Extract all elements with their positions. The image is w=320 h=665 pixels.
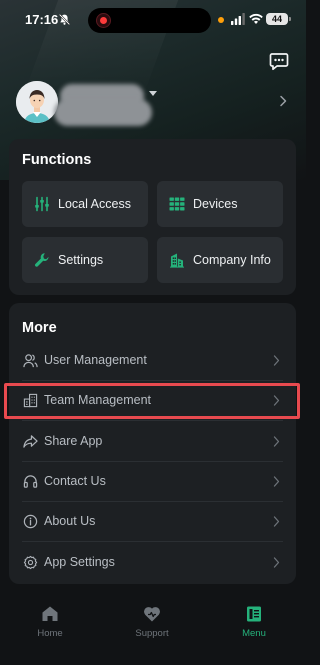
devices-button[interactable]: Devices [157,181,283,227]
info-circle-icon [23,514,38,529]
status-time: 17:16 [25,12,59,27]
tab-home[interactable]: Home [15,605,85,645]
cellular-signal-icon [231,13,245,25]
devices-grid-icon [169,197,185,211]
profile-name-redacted[interactable] [54,84,152,126]
wifi-icon [249,13,263,24]
chevron-right-icon [273,395,280,406]
chevron-right-icon [273,476,280,487]
dynamic-island [88,8,211,33]
share-app-item[interactable]: Share App [9,422,296,462]
functions-card: Functions Local Access Devices Settings … [9,139,296,295]
tab-home-label: Home [37,628,63,639]
chevron-right-icon [273,557,280,568]
chat-bubble-icon[interactable] [269,51,289,71]
about-us-item[interactable]: About Us [9,502,296,542]
share-arrow-icon [23,435,38,448]
user-avatar-icon[interactable] [16,81,58,123]
recording-icon [96,13,111,28]
wrench-icon [35,253,49,267]
local-access-label: Local Access [58,197,131,211]
book-menu-icon [247,606,261,622]
tab-support-label: Support [135,628,169,639]
local-access-button[interactable]: Local Access [22,181,148,227]
user-management-label: User Management [44,353,147,367]
about-us-label: About Us [44,514,96,528]
bell-slash-icon [58,13,71,26]
chevron-right-icon [273,355,280,366]
bottom-tab-bar: Home Support Menu [0,595,306,665]
status-bar: 17:16 44 [0,0,306,40]
divider [22,420,283,421]
company-info-label: Company Info [193,253,271,267]
caret-down-icon[interactable] [149,91,157,96]
team-management-label: Team Management [44,393,152,407]
tab-support[interactable]: Support [117,605,187,645]
sliders-icon [35,196,49,212]
settings-label: Settings [58,253,104,267]
users-icon [23,354,38,368]
contact-us-label: Contact Us [44,474,106,488]
more-card: More User Management Team Management Sha… [9,303,296,584]
chevron-right-icon[interactable] [278,95,288,107]
user-management-item[interactable]: User Management [9,341,296,381]
office-building-icon [23,393,38,408]
share-app-label: Share App [44,434,103,448]
heart-support-icon [144,607,160,622]
company-info-button[interactable]: Company Info [157,237,283,283]
chevron-right-icon [273,436,280,447]
functions-title: Functions [22,152,92,168]
tab-menu-label: Menu [242,628,266,639]
team-management-item[interactable]: Team Management [9,381,296,421]
chevron-right-icon [273,516,280,527]
headset-icon [23,475,38,488]
divider [22,541,283,542]
contact-us-item[interactable]: Contact Us [9,462,296,502]
app-settings-label: App Settings [44,555,115,569]
more-title: More [22,320,57,336]
settings-button[interactable]: Settings [22,237,148,283]
cog-icon [23,555,38,570]
privacy-indicator-dot [218,17,224,23]
app-settings-item[interactable]: App Settings [9,543,296,583]
devices-label: Devices [193,197,238,211]
tab-menu[interactable]: Menu [219,605,289,645]
battery-icon: 44 [266,13,291,25]
home-icon [42,606,58,621]
building-icon [170,253,184,268]
